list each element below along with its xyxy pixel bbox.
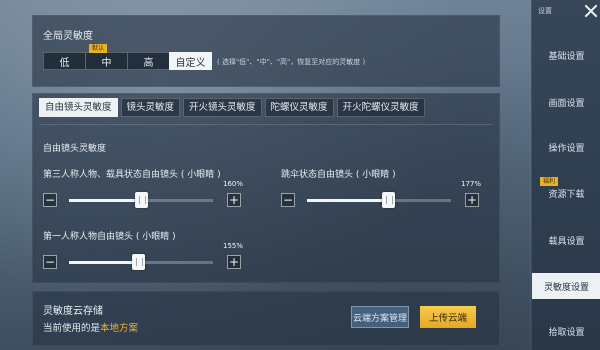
slider-fpp-thumb[interactable] [132,254,146,270]
tab-ads-gyroscope[interactable]: 开火陀螺仪灵敏度 [336,98,425,117]
tab-free-camera[interactable]: 自由镜头灵敏度 [39,98,118,117]
sidebar-item-controls[interactable]: 操作设置 [532,135,600,159]
sidebar-item-downloads[interactable]: 资源下载 [532,181,600,205]
sidebar-item-graphics[interactable]: 画面设置 [532,90,600,114]
slider-tpp-fill [69,199,141,202]
slider-fpp-plus-button[interactable]: + [227,255,241,269]
sidebar-header: 设置 [538,7,552,15]
preset-high-button[interactable]: 高 [127,52,170,70]
preset-hint: ( 选择"低"、"中"、"高"，恢复至对应的灵敏度 ) [217,58,366,66]
slider-fpp-minus-button[interactable]: − [43,255,57,269]
slider-tpp-thumb[interactable] [135,192,148,208]
preset-medium-label: 中 [101,57,112,69]
settings-sidebar: 设置 基础设置 画面设置 操作设置 福利 资源下载 载具设置 灵敏度设置 拾取设… [531,0,600,350]
preset-custom-button[interactable]: 自定义 [169,52,212,70]
preset-high-label: 高 [143,57,154,69]
free-camera-section-title: 自由镜头灵敏度 [43,144,107,154]
free-camera-panel: 自由镜头灵敏度 镜头灵敏度 开火镜头灵敏度 陀螺仪灵敏度 开火陀螺仪灵敏度 自由… [32,93,500,283]
cloud-scheme-manage-button[interactable]: 云端方案管理 [351,306,409,328]
slider-fpp-value: 155% [223,242,244,250]
sensitivity-tabs: 自由镜头灵敏度 镜头灵敏度 开火镜头灵敏度 陀螺仪灵敏度 开火陀螺仪灵敏度 [39,98,428,117]
tab-ads-camera[interactable]: 开火镜头灵敏度 [183,98,262,117]
slider-tpp-minus-button[interactable]: − [43,193,57,207]
slider-tpp-label: 第三人称人物、载具状态自由镜头 ( 小眼睛 ) [43,170,221,180]
tab-gyroscope[interactable]: 陀螺仪灵敏度 [264,98,334,117]
tab-camera[interactable]: 镜头灵敏度 [120,98,181,117]
slider-tpp-value: 160% [223,180,244,188]
preset-custom-label: 自定义 [175,57,206,69]
preset-medium-button[interactable]: 默认 中 [85,44,128,70]
slider-parachute-thumb[interactable] [381,192,395,208]
sidebar-item-basic[interactable]: 基础设置 [532,43,600,67]
slider-parachute-plus-button[interactable]: + [465,193,479,207]
divider [39,124,493,125]
sidebar-item-pickup[interactable]: 拾取设置 [532,319,600,343]
cloud-storage-title: 灵敏度云存储 [43,306,103,317]
global-sensitivity-panel: 全局灵敏度 低 默认 中 高 自定义 ( 选择"低"、"中"、"高"，恢复至对应… [32,15,500,87]
slider-tpp-plus-button[interactable]: + [227,193,241,207]
close-icon[interactable] [584,4,598,18]
cloud-current-scheme: 当前使用的是本地方案 [43,320,138,334]
cloud-storage-panel: 灵敏度云存储 当前使用的是本地方案 云端方案管理 上传云端 [32,291,500,346]
upload-cloud-button[interactable]: 上传云端 [420,306,476,328]
sensitivity-preset-group: 低 默认 中 高 自定义 [43,44,212,70]
preset-low-button[interactable]: 低 [43,52,86,70]
sidebar-item-vehicle[interactable]: 载具设置 [532,228,600,252]
sidebar-item-sensitivity[interactable]: 灵敏度设置 [532,273,600,299]
global-sensitivity-title: 全局灵敏度 [43,31,93,42]
slider-fpp-track[interactable] [69,254,213,270]
slider-parachute-minus-button[interactable]: − [281,193,295,207]
slider-fpp-label: 第一人称人物自由镜头 ( 小眼睛 ) [43,232,176,242]
default-badge: 默认 [89,44,108,53]
cloud-current-prefix: 当前使用的是 [43,323,101,334]
slider-parachute-label: 跳伞状态自由镜头 ( 小眼睛 ) [281,170,396,180]
slider-parachute-value: 177% [461,180,482,188]
slider-tpp-track[interactable] [69,192,213,208]
cloud-current-value: 本地方案 [100,323,139,334]
slider-fpp-fill [69,261,139,264]
preset-low-label: 低 [59,57,70,69]
slider-parachute-track[interactable] [307,192,451,208]
slider-parachute-fill [307,199,388,202]
